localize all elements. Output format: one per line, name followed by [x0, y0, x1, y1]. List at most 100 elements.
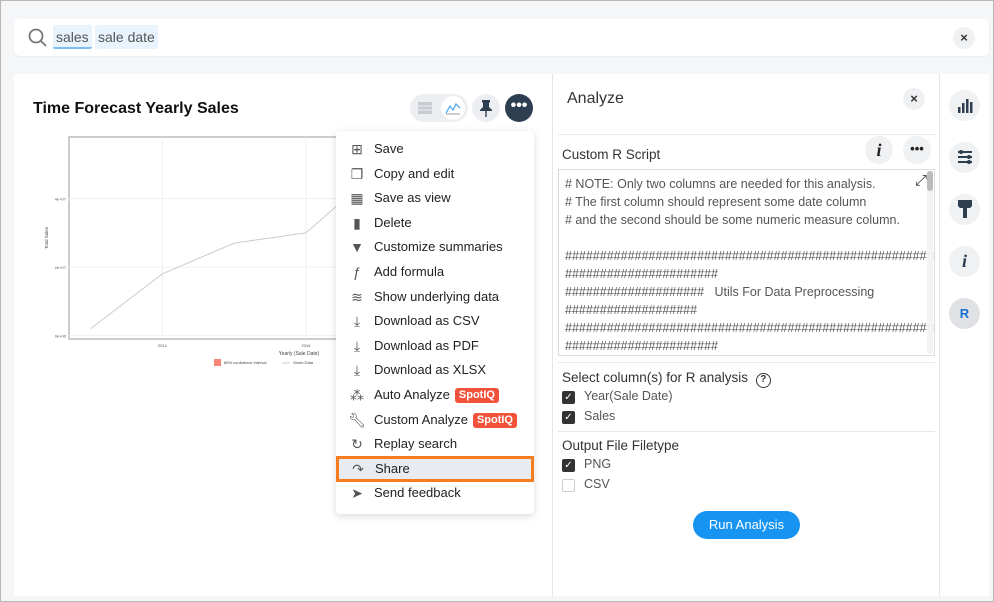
plus-box-icon: ⊞: [351, 141, 363, 157]
forecast-chart: 0e+00 2e+07 4e+07 2014 2016 Yearly (Sale Date…: [44, 136, 349, 366]
paintbrush-icon: [957, 200, 972, 218]
menu-item-replay-search[interactable]: ↻ Replay search: [336, 432, 534, 456]
legend-label: 80% confidence interval: [224, 360, 267, 365]
script-more-button[interactable]: •••: [903, 136, 931, 164]
more-options-button[interactable]: •••: [505, 94, 533, 122]
menu-item-label: Add formula: [374, 264, 445, 279]
menu-item-label: Save: [374, 141, 404, 156]
wrench-icon: 🔧︎: [348, 411, 366, 428]
search-token[interactable]: sales: [53, 25, 92, 49]
right-sidebar: i R: [939, 74, 989, 596]
download-icon: ⤓: [353, 337, 361, 354]
replay-icon: ↻: [351, 436, 363, 453]
menu-item-label: Download as PDF: [374, 337, 479, 353]
pin-button[interactable]: [472, 94, 500, 122]
checkbox-label: CSV: [584, 477, 610, 491]
search-token[interactable]: sale date: [95, 25, 158, 49]
menu-item-download-as-xlsx[interactable]: ⤓ Download as XLSX: [336, 358, 534, 382]
copy-icon: ❐: [350, 165, 364, 182]
menu-item-send-feedback[interactable]: ➤ Send feedback: [336, 481, 534, 505]
menu-item-label: Replay search: [374, 436, 458, 452]
layers-icon: ≋: [351, 288, 363, 305]
checkbox-label: Year(Sale Date): [584, 389, 673, 403]
sidebar-r-button[interactable]: R: [949, 298, 980, 329]
sidebar-chart-button[interactable]: [949, 90, 980, 121]
menu-item-label: Share: [375, 460, 410, 476]
run-analysis-button[interactable]: Run Analysis: [693, 511, 800, 539]
menu-item-label: Auto Analyze: [374, 387, 450, 402]
filter-icon: ▼: [350, 239, 364, 256]
menu-item-delete[interactable]: ▮ Delete: [336, 211, 534, 235]
chart-title: Time Forecast Yearly Sales: [33, 100, 239, 117]
menu-item-label: Customize summaries: [374, 239, 503, 255]
menu-item-label: Copy and edit: [374, 165, 455, 181]
checkbox-year-sale-date[interactable]: ✓: [562, 391, 575, 404]
menu-item-label: Show underlying data: [374, 288, 500, 304]
sidebar-format-button[interactable]: [949, 194, 980, 225]
menu-item-custom-analyze[interactable]: 🔧︎ Custom Analyze SpotIQ: [336, 408, 534, 432]
menu-item-save[interactable]: ⊞ Save: [336, 137, 534, 161]
menu-item-label: Download as XLSX: [374, 362, 487, 378]
menu-item-label: Save as view: [374, 190, 451, 206]
y-tick-label: 2e+07: [55, 265, 67, 270]
menu-item-download-as-csv[interactable]: ⤓ Download as CSV: [336, 309, 534, 333]
clear-search-button[interactable]: ×: [953, 27, 975, 49]
search-bar[interactable]: sales sale date ×: [14, 19, 989, 56]
line-chart-icon: [445, 102, 461, 115]
search-icon: [28, 28, 47, 47]
view-toggle[interactable]: [410, 94, 468, 122]
download-icon: ⤓: [353, 362, 361, 379]
table-icon: [418, 102, 432, 114]
bar-chart-icon: [957, 99, 972, 113]
table-icon: ▦: [350, 190, 364, 207]
checkbox-label: PNG: [584, 457, 612, 471]
settings-sliders-icon: [957, 150, 972, 164]
checkbox-png[interactable]: ✓: [562, 459, 575, 472]
legend-label: Given Data: [293, 360, 314, 365]
columns-label-text: Select column(s) for R analysis: [562, 370, 749, 385]
menu-item-label: Delete: [374, 214, 412, 230]
spotiq-badge: SpotIQ: [472, 412, 517, 428]
r-script-editor[interactable]: # NOTE: Only two columns are needed for …: [558, 169, 935, 356]
menu-item-label: Download as CSV: [374, 313, 480, 329]
analyze-title: Analyze: [567, 90, 624, 107]
trash-icon: ▮: [353, 214, 361, 231]
checkbox-csv[interactable]: [562, 479, 575, 492]
help-icon[interactable]: ?: [755, 373, 771, 388]
send-icon: ➤: [351, 485, 363, 502]
close-analyze-button[interactable]: ×: [903, 88, 925, 110]
menu-item-auto-analyze[interactable]: ⁂ Auto Analyze SpotIQ: [336, 383, 534, 407]
script-scrollbar[interactable]: [927, 171, 933, 354]
menu-item-share[interactable]: ↷ Share: [336, 455, 534, 482]
chart-view-tab[interactable]: [441, 96, 465, 120]
menu-item-download-as-pdf[interactable]: ⤓ Download as PDF: [336, 334, 534, 358]
table-view-tab[interactable]: [413, 96, 437, 120]
menu-item-label: Custom Analyze: [374, 411, 468, 427]
share-icon: ↷: [352, 460, 364, 477]
script-label: Custom R Script: [562, 147, 661, 162]
sidebar-settings-button[interactable]: [949, 142, 980, 173]
sidebar-info-button[interactable]: i: [949, 246, 980, 277]
x-axis-label: Yearly (Sale Date): [279, 351, 320, 357]
menu-item-label: Send feedback: [374, 485, 461, 501]
expand-icon[interactable]: ⤢: [915, 172, 927, 189]
y-tick-label: 4e+07: [55, 197, 67, 202]
spotiq-badge: SpotIQ: [454, 388, 499, 403]
download-icon: ⤓: [353, 313, 361, 330]
formula-icon: ƒ: [353, 264, 361, 280]
menu-item-add-formula[interactable]: ƒ Add formula: [336, 260, 534, 284]
x-tick-label: 2016: [301, 343, 311, 348]
analyze-panel: Analyze × Custom R Script i ••• # NOTE: …: [552, 74, 939, 596]
menu-item-customize-summaries[interactable]: ▼ Customize summaries: [336, 235, 534, 259]
checkbox-label: Sales: [584, 409, 616, 423]
menu-item-show-underlying-data[interactable]: ≋ Show underlying data: [336, 285, 534, 309]
y-axis-label: Total Sales: [44, 226, 49, 249]
checkbox-sales[interactable]: ✓: [562, 411, 575, 424]
menu-item-copy-and-edit[interactable]: ❐ Copy and edit: [336, 162, 534, 186]
y-tick-label: 0e+00: [55, 334, 67, 339]
magic-wand-icon: ⁂: [350, 387, 364, 403]
menu-item-save-as-view[interactable]: ▦ Save as view: [336, 186, 534, 210]
legend-swatch-confidence: [214, 359, 221, 366]
info-button[interactable]: i: [865, 136, 893, 164]
plot-area: [68, 136, 349, 340]
